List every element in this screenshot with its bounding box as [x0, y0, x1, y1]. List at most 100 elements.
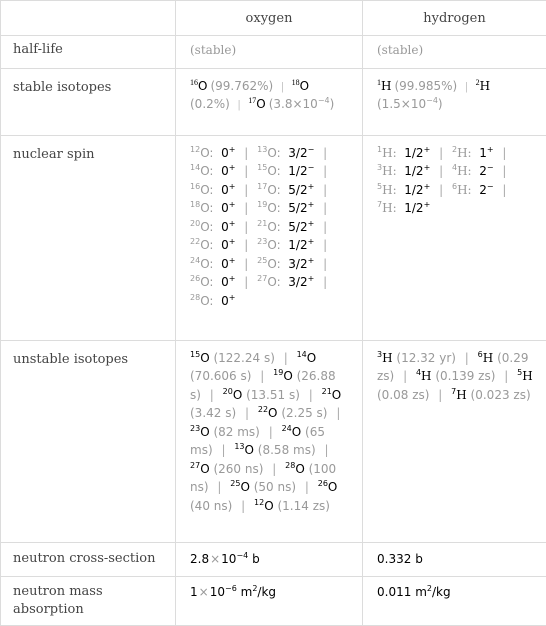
colon: :	[277, 201, 281, 215]
abundance-exponent: −4	[426, 96, 438, 105]
separator: |	[497, 164, 511, 178]
isotope-symbol: O	[256, 97, 265, 111]
value-unit: b	[252, 552, 260, 566]
colon: :	[277, 238, 281, 252]
row-nuclear-spin: nuclear spin 12O: 0+ | 13O: 3/2− | 14O: …	[1, 135, 546, 340]
separator: |	[233, 97, 245, 111]
separator: |	[433, 388, 447, 402]
isotope-symbol: O	[267, 183, 276, 197]
separator: |	[205, 388, 219, 402]
isotope-mass-number: 24	[190, 256, 200, 265]
value-unit: b	[415, 552, 423, 566]
row-label-neutron-mass-absorption: neutron mass absorption	[1, 577, 176, 626]
parity: −	[308, 163, 315, 172]
colon: :	[209, 238, 213, 252]
parity: +	[229, 219, 236, 228]
nuclear-spin-hydrogen: 1H: 1/2+ | 2H: 1+ | 3H: 1/2+ | 4H: 2− | …	[363, 135, 546, 340]
isotope-abundance: (3.8×10−4)	[269, 97, 335, 111]
isotope-symbol: H	[457, 164, 467, 178]
isotope-mass-number: 20	[223, 387, 233, 396]
unstable-isotopes-hydrogen: 3H (12.32 yr) | 6H (0.29 zs) | 4H (0.139…	[363, 340, 546, 542]
colon: :	[468, 146, 472, 160]
isotope-half-life: (82 ms)	[213, 425, 259, 439]
colon: :	[209, 257, 213, 271]
times-sign: ×	[209, 552, 221, 566]
separator: |	[216, 443, 230, 457]
row-label-half-life: half-life	[1, 36, 176, 69]
separator: |	[239, 257, 253, 271]
nuclear-spin-oxygen: 12O: 0+ | 13O: 3/2− | 14O: 0+ | 15O: 1/2…	[176, 135, 363, 340]
isotope-symbol: O	[267, 146, 276, 160]
abundance-base: 10	[411, 97, 426, 111]
column-header-oxygen: oxygen	[176, 1, 363, 36]
unit-base: m	[415, 585, 427, 599]
isotope-mass-number: 16	[190, 78, 198, 87]
isotope-symbol: O	[200, 425, 209, 439]
separator: |	[279, 351, 293, 365]
separator: |	[212, 480, 226, 494]
colon: :	[277, 146, 281, 160]
parity: +	[308, 237, 315, 246]
colon: :	[209, 164, 213, 178]
row-label-stable-isotopes: stable isotopes	[1, 68, 176, 135]
isotope-symbol: O	[267, 220, 276, 234]
isotope-symbol: O	[240, 480, 249, 494]
neutron-cross-section-oxygen: 2.8×10−4 b	[176, 542, 363, 577]
parity: +	[424, 163, 431, 172]
separator: |	[319, 443, 333, 457]
separator: |	[236, 499, 250, 513]
isotope-half-life: (0.08 zs)	[377, 388, 429, 402]
parity: +	[487, 145, 494, 154]
half-life-oxygen: (stable)	[176, 36, 363, 69]
parity: +	[229, 274, 236, 283]
spin-value: 2	[479, 183, 487, 197]
times-sign: ×	[401, 97, 411, 111]
isotope-mass-number: 18	[292, 78, 300, 87]
spin-value: 1/2	[404, 183, 423, 197]
parity: +	[229, 145, 236, 154]
colon: :	[277, 257, 281, 271]
colon: :	[393, 201, 397, 215]
colon: :	[468, 164, 472, 178]
spin-value: 1/2	[288, 238, 307, 252]
isotope-symbol: H	[382, 164, 392, 178]
spin-value: 1/2	[404, 146, 423, 160]
separator: |	[499, 369, 513, 383]
isotope-half-life: (40 ns)	[190, 499, 232, 513]
parity: −	[487, 182, 494, 191]
colon: :	[393, 164, 397, 178]
isotope-symbol: O	[200, 462, 209, 476]
comparison-table: oxygen hydrogen half-life (stable) (stab…	[0, 0, 546, 626]
isotope-mass-number: 21	[257, 219, 267, 228]
isotope-mass-number: 18	[190, 200, 200, 209]
parity: +	[308, 274, 315, 283]
parity: +	[424, 182, 431, 191]
separator: |	[398, 369, 412, 383]
isotope-symbol: O	[267, 275, 276, 289]
isotope-symbol: H	[456, 388, 466, 402]
times-sign: ×	[198, 585, 210, 599]
value-number: 0.011	[377, 585, 411, 599]
stable-isotopes-oxygen: 16O (99.762%) | 18O (0.2%) | 17O (3.8×10…	[176, 68, 363, 135]
value-exponent: −4	[236, 551, 248, 560]
spin-value: 1/2	[288, 164, 307, 178]
parity: −	[308, 145, 315, 154]
separator: |	[318, 146, 332, 160]
separator: |	[239, 146, 253, 160]
isotope-symbol: O	[267, 257, 276, 271]
isotope-symbol: O	[200, 351, 209, 365]
isotope-symbol: O	[292, 425, 301, 439]
isotope-mass-number: 21	[322, 387, 332, 396]
corner-cell	[1, 1, 176, 36]
neutron-cross-section-hydrogen: 0.332 b	[363, 542, 546, 577]
separator: |	[304, 388, 318, 402]
spin-value: 0	[221, 183, 229, 197]
isotope-symbol: O	[300, 79, 309, 93]
isotope-abundance: (99.762%)	[210, 79, 273, 93]
isotope-mass-number: 23	[190, 424, 200, 433]
isotope-symbol: H	[381, 79, 391, 93]
abundance-mantissa: (1.5	[377, 97, 401, 111]
isotope-mass-number: 26	[318, 479, 328, 488]
unstable-isotopes-oxygen: 15O (122.24 s) | 14O (70.606 s) | 19O (2…	[176, 340, 363, 542]
isotope-symbol: O	[267, 201, 276, 215]
